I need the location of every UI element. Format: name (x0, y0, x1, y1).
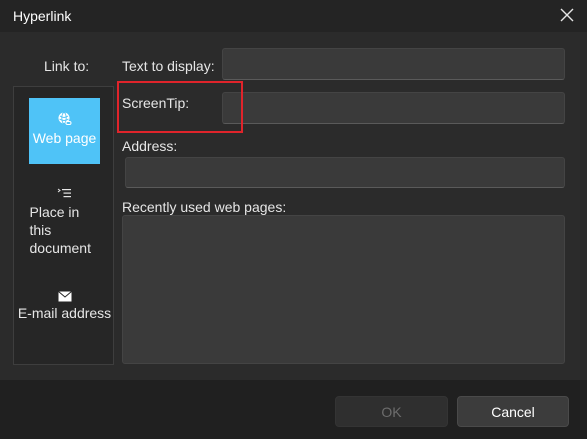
ok-button[interactable]: OK (335, 396, 448, 427)
link-option-email-address[interactable]: E-mail address (16, 291, 113, 322)
link-to-panel: Web page Place in this document E-mail a… (13, 86, 114, 365)
envelope-icon (57, 291, 72, 302)
recently-used-label: Recently used web pages: (122, 199, 287, 215)
document-outline-icon (57, 188, 71, 198)
text-to-display-input[interactable] (222, 48, 565, 80)
link-option-label: Web page (32, 130, 97, 146)
link-option-web-page[interactable]: Web page (29, 98, 100, 164)
close-icon (560, 8, 574, 22)
globe-link-icon (58, 112, 71, 125)
close-button[interactable] (555, 4, 579, 26)
address-input[interactable] (125, 157, 565, 188)
recently-used-list[interactable] (122, 215, 565, 364)
dialog-footer: OK Cancel (0, 380, 587, 439)
link-option-label: E-mail address (17, 305, 112, 321)
address-label: Address: (122, 138, 178, 154)
screentip-input[interactable] (222, 92, 565, 124)
title-bar: Hyperlink (0, 0, 587, 32)
screentip-label: ScreenTip: (122, 95, 190, 111)
hyperlink-dialog: Hyperlink Link to: Web page Place in thi… (0, 0, 587, 439)
text-to-display-label: Text to display: (122, 58, 215, 74)
link-option-place-in-document[interactable]: Place in this document (16, 187, 113, 257)
cancel-button[interactable]: Cancel (457, 396, 569, 427)
dialog-title: Hyperlink (13, 8, 72, 24)
link-option-label: Place in this document (29, 204, 91, 256)
link-to-label: Link to: (44, 58, 90, 74)
